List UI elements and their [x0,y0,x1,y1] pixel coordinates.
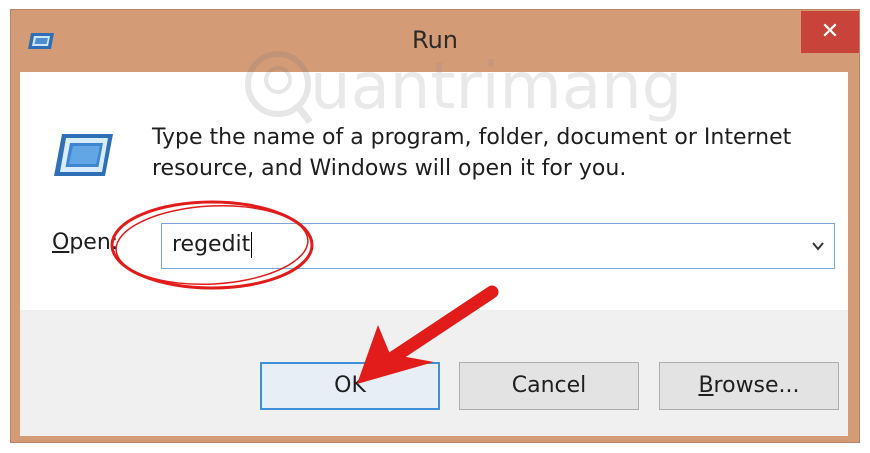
text-cursor [251,232,253,258]
chevron-down-icon[interactable] [810,237,826,255]
open-label: Open: [52,230,118,255]
open-input-value: regedit [172,232,251,257]
watermark-logo [245,51,313,125]
browse-button[interactable]: Browse... [659,362,839,410]
description-line-2: resource, and Windows will open it for y… [152,156,627,181]
ok-button[interactable]: OK [260,362,440,410]
open-label-text: pen: [69,230,119,255]
open-input[interactable]: regedit [172,232,253,258]
watermark: uantrimang [240,40,710,130]
browse-label: rowse... [713,373,800,398]
close-button[interactable]: ✕ [801,11,859,53]
browse-accelerator: B [698,373,714,398]
close-icon: ✕ [820,19,840,44]
run-dialog-icon [54,134,113,176]
dialog-description: Type the name of a program, folder, docu… [152,122,832,184]
open-combobox[interactable]: regedit [161,223,835,269]
open-label-accelerator: O [52,230,70,255]
cancel-button[interactable]: Cancel [459,362,639,410]
watermark-text: uantrimang [310,50,683,124]
